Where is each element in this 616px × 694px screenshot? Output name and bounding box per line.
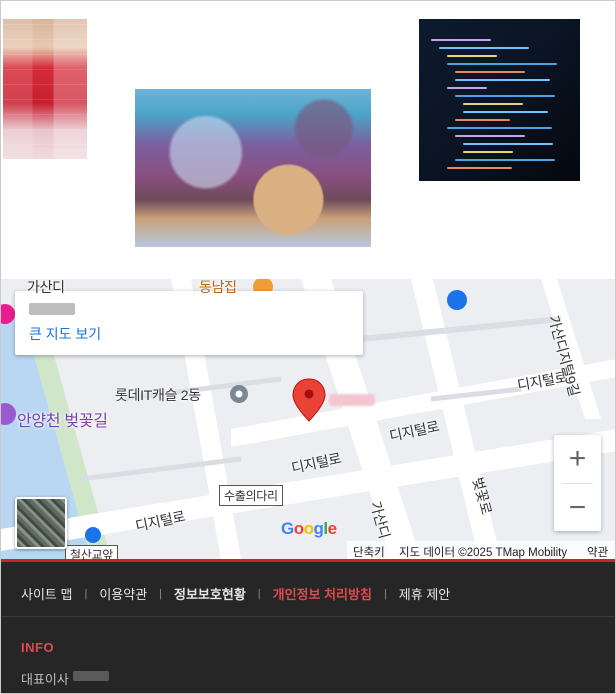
page-frame: 큰 지도 보기 가산디 동남집 롯데IT캐슬 2동 안양천 벚꽃길 디지털로 디… [0, 0, 616, 694]
thumb-person-red[interactable] [3, 19, 87, 159]
ceo-label: 대표이사 [21, 672, 69, 687]
map-data-text: 지도 데이터 ©2025 TMap Mobility [399, 547, 568, 559]
google-logo: Google [281, 519, 337, 538]
pin-label-blurred [329, 394, 375, 406]
map-label: 롯데IT캐슬 2동 [115, 387, 201, 403]
zoom-controls: + − [554, 435, 601, 531]
thumb-code-screen[interactable] [419, 19, 580, 181]
map-label: 수출의다리 [219, 485, 283, 506]
map-attribution: 단축키 지도 데이터 ©2025 TMap Mobility 약관 [1, 541, 615, 559]
shortcuts-link[interactable]: 단축키 [353, 544, 385, 559]
footer-link-sitemap[interactable]: 사이트 맵 [21, 584, 72, 603]
map-label: 동남집 [199, 279, 237, 295]
footer-link-terms[interactable]: 이용약관 [99, 584, 147, 603]
map-label: 가산디 [27, 279, 65, 295]
nav-separator: | [84, 587, 88, 600]
nav-separator: | [159, 587, 163, 600]
footer-link-partnership[interactable]: 제휴 제안 [399, 584, 450, 603]
zoom-out-button[interactable]: − [554, 484, 601, 531]
map-embed[interactable]: 큰 지도 보기 가산디 동남집 롯데IT캐슬 2동 안양천 벚꽃길 디지털로 디… [1, 279, 615, 559]
terms-link[interactable]: 약관 [587, 544, 608, 559]
map-label: 안양천 벚꽃길 [17, 413, 108, 430]
map-info-card: 큰 지도 보기 [15, 291, 363, 355]
thumb-colorful-art[interactable] [135, 89, 371, 247]
big-map-link[interactable]: 큰 지도 보기 [29, 324, 101, 344]
footer-link-security[interactable]: 정보보호현황 [174, 584, 246, 603]
nav-separator: | [383, 587, 387, 600]
footer-link-privacy[interactable]: 개인정보 처리방침 [273, 584, 372, 603]
footer-nav: 사이트 맵 | 이용약관 | 정보보호현황 | 개인정보 처리방침 | 제휴 제… [21, 584, 450, 603]
footer-divider [1, 616, 615, 617]
place-name-blurred [29, 303, 75, 315]
site-footer: 사이트 맵 | 이용약관 | 정보보호현황 | 개인정보 처리방침 | 제휴 제… [1, 559, 615, 693]
nav-separator: | [257, 587, 261, 600]
ceo-name-blurred [73, 671, 109, 681]
info-heading: INFO [21, 640, 55, 655]
zoom-in-button[interactable]: + [554, 435, 601, 482]
